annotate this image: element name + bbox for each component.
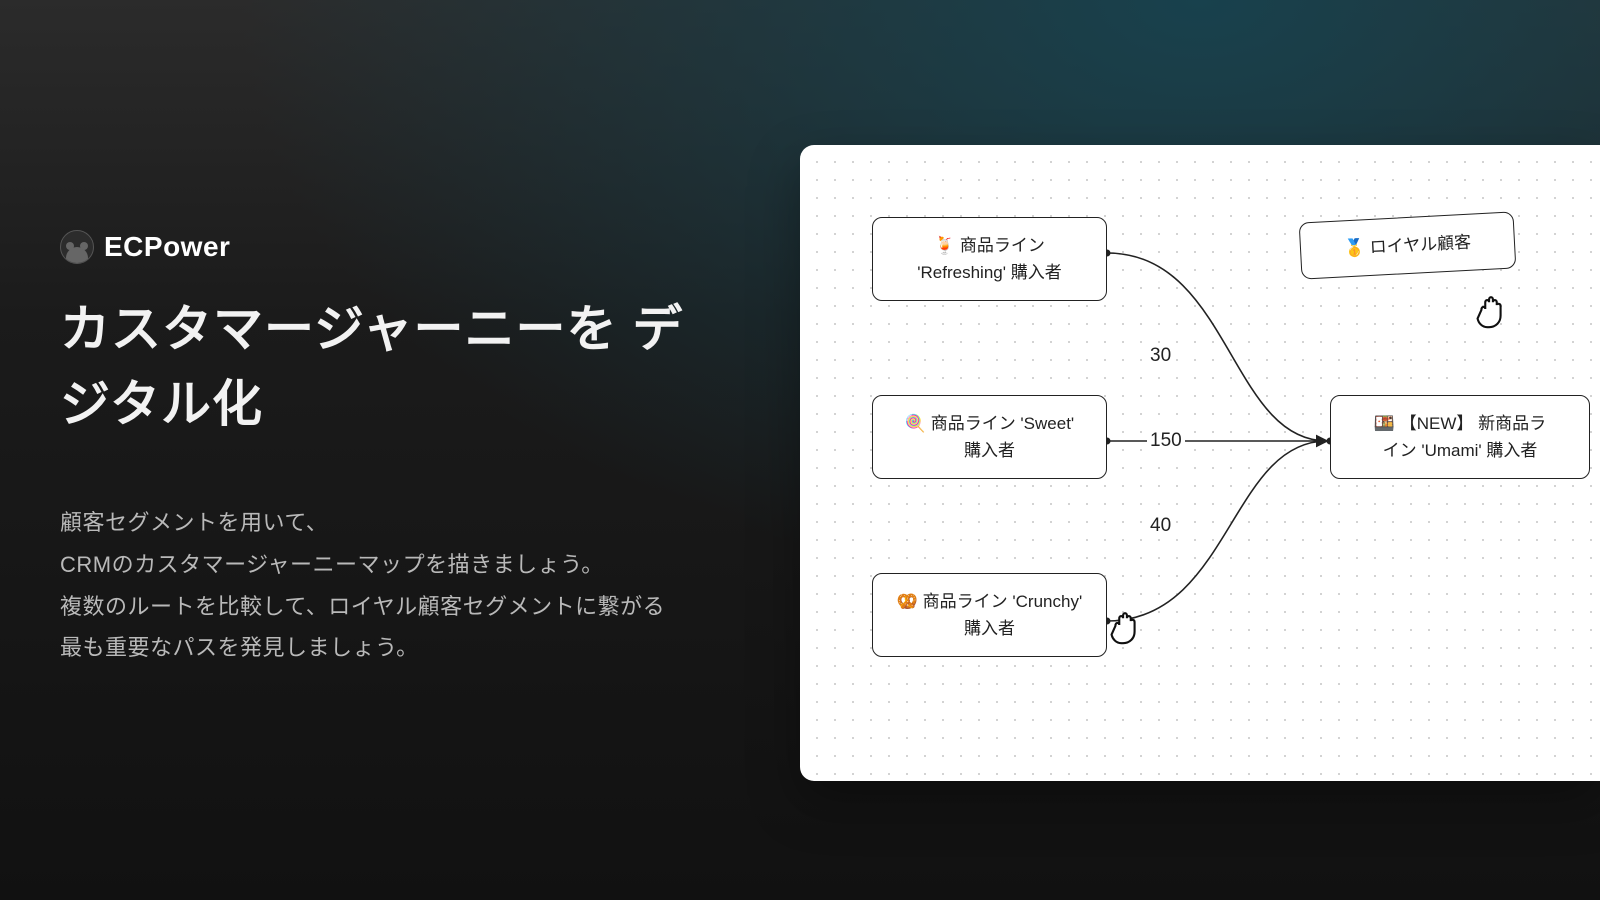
headline: カスタマージャーニーを デジタル化 [60,292,720,442]
journey-canvas[interactable]: 🍹 商品ライン 'Refreshing' 購入者 🍭 商品ライン 'Sweet'… [800,145,1600,781]
subtitle: 顧客セグメントを用いて、 CRMのカスタマージャーニーマップを描きましょう。 複… [60,502,720,669]
edge-label-crunchy: 40 [1147,515,1174,537]
brand-name: ECPower [104,231,230,263]
brand: ECPower [60,230,720,264]
edge-crunchy-umami [1107,441,1327,621]
node-loyal-customers[interactable]: 🥇 ロイヤル顧客 [1299,211,1517,279]
node-umami-buyers[interactable]: 🍱 【NEW】 新商品ラ イン 'Umami' 購入者 [1330,395,1590,479]
grab-cursor-icon [1468,285,1514,331]
node-crunchy-buyers[interactable]: 🥨 商品ライン 'Crunchy' 購入者 [872,573,1107,657]
edge-label-refreshing: 30 [1147,345,1174,367]
edge-refreshing-umami [1107,253,1327,441]
hero-copy: ECPower カスタマージャーニーを デジタル化 顧客セグメントを用いて、 C… [60,230,720,669]
node-sweet-buyers[interactable]: 🍭 商品ライン 'Sweet' 購入者 [872,395,1107,479]
grab-cursor-icon [1102,601,1148,647]
node-refreshing-buyers[interactable]: 🍹 商品ライン 'Refreshing' 購入者 [872,217,1107,301]
brand-bear-icon [60,230,94,264]
edge-label-sweet: 150 [1147,430,1185,452]
